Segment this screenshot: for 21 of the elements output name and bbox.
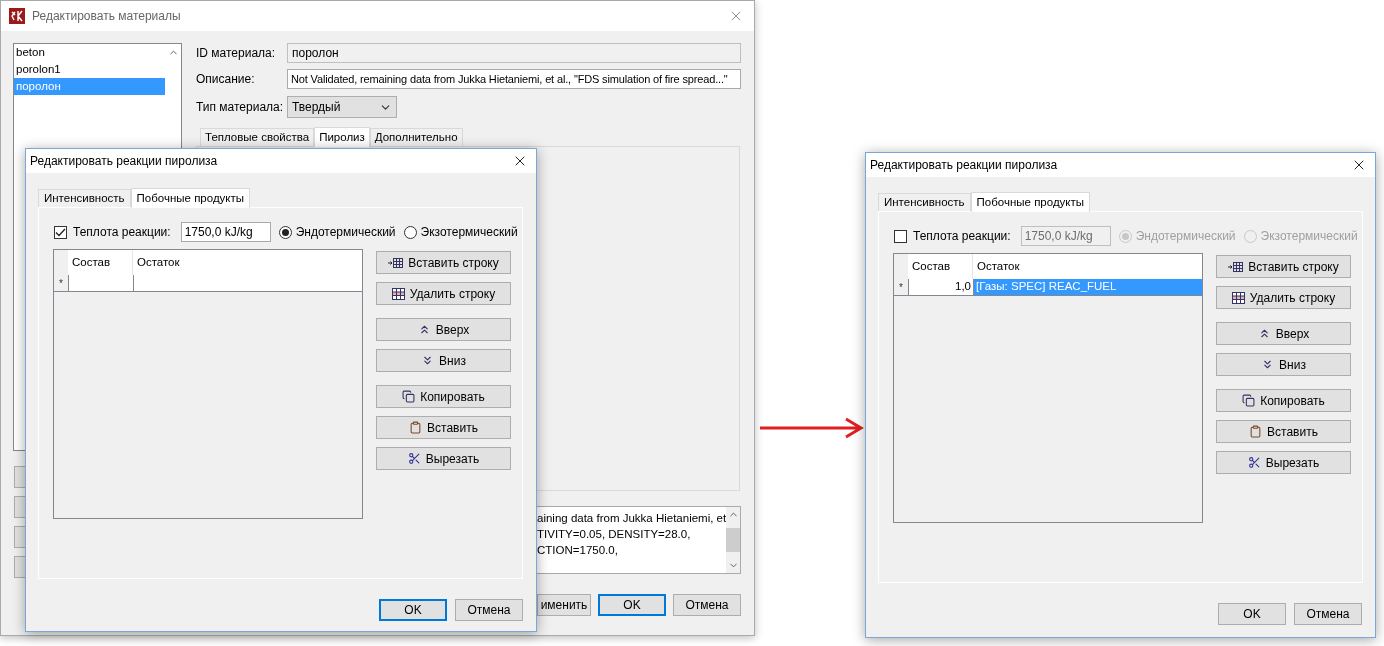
notes-line: CTION=1750.0, bbox=[537, 543, 619, 558]
dialog-title: Редактировать реакции пиролиза bbox=[870, 157, 1058, 174]
field-label: Описание: bbox=[196, 71, 256, 88]
notes-line: aining data from Jukka Hietaniemi, et bbox=[537, 511, 727, 526]
column-header: Состав bbox=[908, 254, 973, 279]
radio-label: Эндотермический bbox=[1135, 228, 1236, 245]
radio-label: Экзотермический bbox=[1260, 228, 1358, 245]
dialog-title: Редактировать реакции пиролиза bbox=[30, 153, 218, 170]
checkbox-label: Теплота реакции: bbox=[913, 228, 1011, 245]
window-title: Редактировать материалы bbox=[32, 8, 181, 25]
column-header: Остаток bbox=[133, 250, 362, 275]
field-label: Тип материала: bbox=[196, 99, 285, 116]
radio-label: Эндотермический bbox=[295, 224, 396, 241]
notes-line: TIVITY=0.05, DENSITY=28.0, bbox=[537, 527, 692, 542]
row-marker: * bbox=[898, 280, 904, 295]
checkbox-label: Теплота реакции: bbox=[73, 224, 171, 241]
column-header: Остаток bbox=[973, 254, 1202, 279]
radio-label: Экзотермический bbox=[420, 224, 518, 241]
row-marker: * bbox=[58, 276, 64, 291]
column-header: Состав bbox=[68, 250, 133, 275]
field-label: ID материала: bbox=[196, 45, 277, 62]
